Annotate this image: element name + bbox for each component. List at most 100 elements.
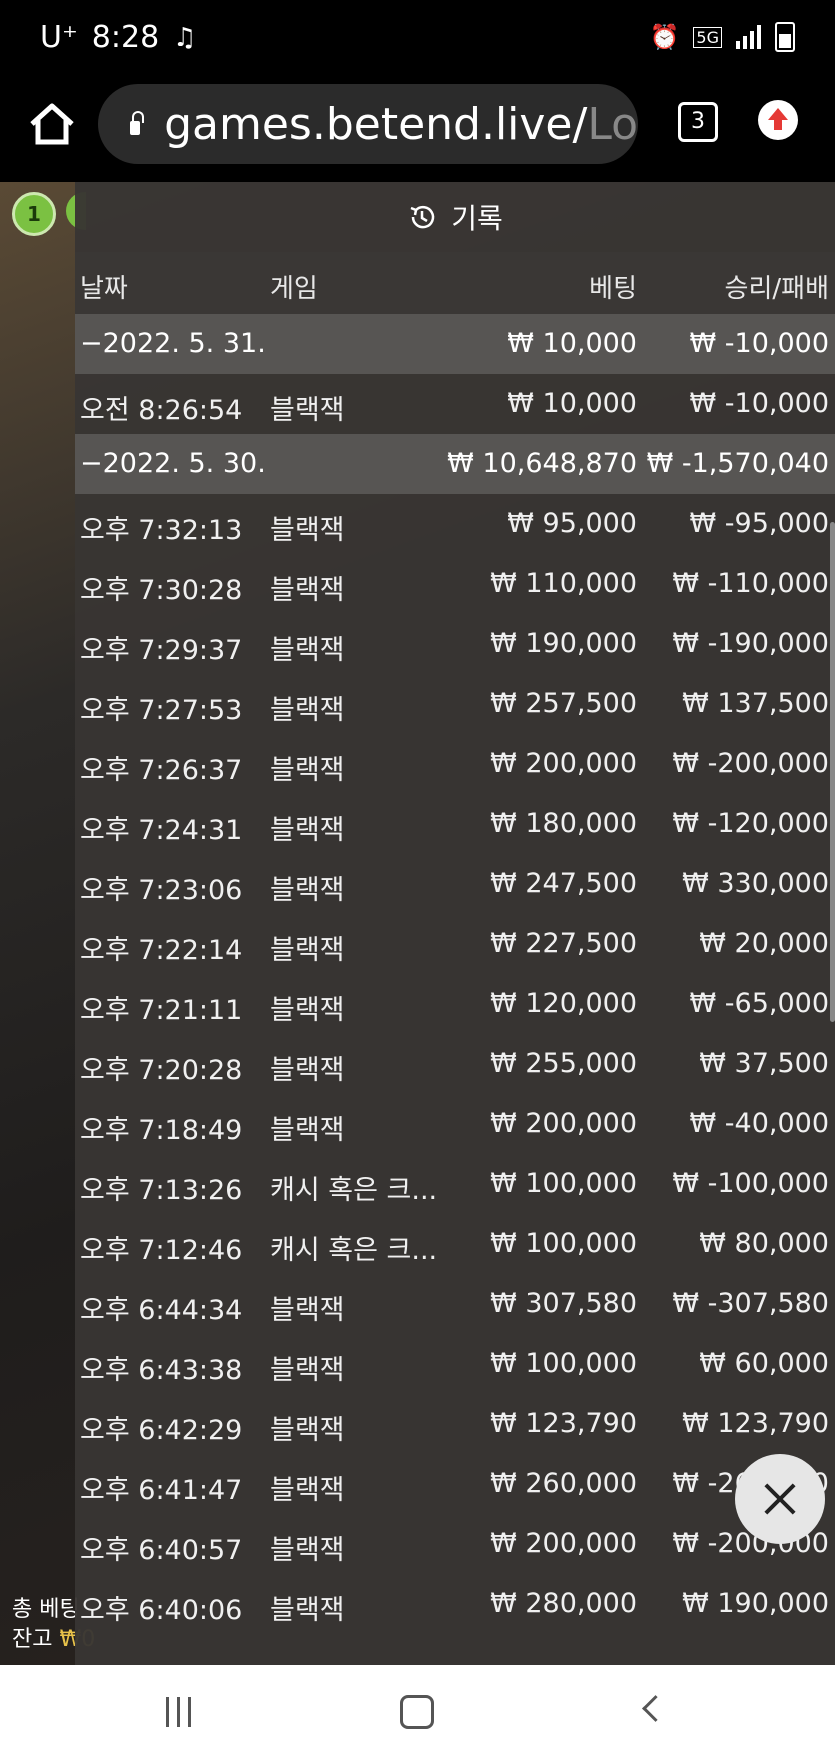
- panel-header: 기록: [75, 182, 835, 252]
- network-label: 5G: [693, 26, 722, 48]
- table-row: 오후 7:26:37 블랙잭 ₩ 200,000 ₩ -200,000: [75, 734, 835, 794]
- recent-apps-button[interactable]: [166, 1697, 198, 1727]
- back-button[interactable]: [642, 1695, 669, 1722]
- table-row: 오후 6:44:34 블랙잭 ₩ 307,580 ₩ -307,580: [75, 1274, 835, 1334]
- row-result: ₩ 20,000: [699, 928, 829, 959]
- tabs-button[interactable]: 3: [678, 102, 718, 142]
- column-headers: 날짜 게임 베팅 승리/패배: [75, 252, 835, 314]
- row-bet: ₩ 200,000: [490, 1528, 637, 1559]
- row-result: ₩ -200,000: [672, 748, 829, 779]
- status-left: U⁺ 8:28 ♫: [40, 20, 196, 55]
- table-row: 오후 7:13:26 캐시 혹은 크... ₩ 100,000 ₩ -100,000: [75, 1154, 835, 1214]
- group-date: −2022. 5. 31.: [80, 328, 266, 359]
- row-game: 블랙잭: [270, 875, 345, 906]
- col-game: 게임: [270, 274, 318, 304]
- table-row: 오후 7:30:28 블랙잭 ₩ 110,000 ₩ -110,000: [75, 554, 835, 614]
- col-bet: 베팅: [589, 274, 637, 304]
- lock-icon: [130, 111, 145, 135]
- date-group-header[interactable]: −2022. 5. 30. ₩ 10,648,870 ₩ -1,570,040: [75, 434, 835, 494]
- system-nav-bar: [0, 1665, 835, 1763]
- home-button[interactable]: [24, 96, 84, 156]
- row-result: ₩ 80,000: [699, 1228, 829, 1259]
- row-game: 블랙잭: [270, 995, 345, 1026]
- carrier-label: U⁺: [40, 20, 78, 55]
- url-dim: Lo: [587, 98, 638, 150]
- row-time: 오전 8:26:54: [80, 395, 243, 426]
- row-time: 오후 7:27:53: [80, 695, 243, 726]
- table-row: 오후 6:41:47블랙잭₩ 260,000₩ -260,000: [75, 1454, 835, 1514]
- table-row: 오후 7:18:49 블랙잭 ₩ 200,000 ₩ -40,000: [75, 1094, 835, 1154]
- panel-title: 기록: [451, 202, 503, 235]
- table-row: 오전 8:26:54 블랙잭 ₩ 10,000 ₩ -10,000: [75, 374, 835, 434]
- row-bet: ₩ 200,000: [490, 748, 637, 779]
- alarm-icon: ⏰: [649, 23, 680, 51]
- group-bet: ₩ 10,648,870: [447, 448, 637, 479]
- group-result: ₩ -10,000: [689, 328, 830, 359]
- url-main: games.betend.live/: [164, 98, 588, 150]
- upload-icon[interactable]: [758, 100, 798, 140]
- row-result: ₩ -100,000: [672, 1168, 829, 1199]
- row-time: 오후 7:32:13: [80, 515, 243, 546]
- row-result: ₩ -120,000: [672, 808, 829, 839]
- table-row: 오후 7:24:31 블랙잭 ₩ 180,000 ₩ -120,000: [75, 794, 835, 854]
- row-time: 오후 7:29:37: [80, 635, 243, 666]
- row-time: 오후 6:43:38: [80, 1355, 243, 1386]
- row-time: 오후 7:26:37: [80, 755, 243, 786]
- row-result: ₩ -307,580: [672, 1288, 829, 1319]
- row-game: 블랙잭: [270, 1115, 345, 1146]
- row-time: 오후 7:18:49: [80, 1115, 243, 1146]
- row-result: ₩ -110,000: [672, 568, 829, 599]
- table-row: 오후 6:43:38 블랙잭 ₩ 100,000 ₩ 60,000: [75, 1334, 835, 1394]
- row-result: ₩ 60,000: [699, 1348, 829, 1379]
- row-bet: ₩ 100,000: [490, 1348, 637, 1379]
- date-group-header[interactable]: −2022. 5. 31. ₩ 10,000 ₩ -10,000: [75, 314, 835, 374]
- row-game: 캐시 혹은 크...: [270, 1235, 438, 1266]
- table-row: 오후 6:40:06 블랙잭 ₩ 280,000 ₩ 190,000: [75, 1574, 835, 1634]
- row-bet: ₩ 180,000: [490, 808, 637, 839]
- row-bet: ₩ 227,500: [490, 928, 637, 959]
- scrollbar[interactable]: [830, 522, 835, 1022]
- url-text: games.betend.live/Lo: [164, 99, 638, 150]
- row-time: 오후 6:44:34: [80, 1295, 243, 1326]
- row-game: 블랙잭: [270, 695, 345, 726]
- group-rows: 오후 7:32:13 블랙잭 ₩ 95,000 ₩ -95,000 오후 7:30:28…: [75, 494, 835, 1634]
- home-icon: [30, 103, 74, 145]
- row-game: 블랙잭: [270, 1355, 345, 1386]
- row-game: 블랙잭: [270, 1415, 345, 1446]
- home-nav-button[interactable]: [400, 1695, 434, 1729]
- balance-label: 잔고: [12, 1627, 53, 1652]
- row-bet: ₩ 190,000: [490, 628, 637, 659]
- row-bet: ₩ 123,790: [490, 1408, 637, 1439]
- row-game: 블랙잭: [270, 1535, 345, 1566]
- history-icon: [410, 205, 435, 229]
- row-bet: ₩ 200,000: [490, 1108, 637, 1139]
- close-button[interactable]: [735, 1454, 825, 1544]
- col-result: 승리/패배: [724, 274, 829, 304]
- signal-icon: [736, 25, 761, 49]
- row-game: 블랙잭: [270, 635, 345, 666]
- notification-icon: ♫: [173, 22, 197, 53]
- address-bar[interactable]: games.betend.live/Lo: [98, 84, 638, 164]
- row-time: 오후 6:42:29: [80, 1415, 243, 1446]
- row-bet: ₩ 307,580: [490, 1288, 637, 1319]
- row-result: ₩ -10,000: [689, 388, 830, 419]
- chip-button[interactable]: 1: [12, 192, 56, 236]
- row-game: 블랙잭: [270, 515, 345, 546]
- table-row: 오후 6:40:57 블랙잭 ₩ 200,000 ₩ -200,000: [75, 1514, 835, 1574]
- status-bar: U⁺ 8:28 ♫ ⏰ 5G: [0, 0, 835, 78]
- row-time: 오후 7:21:11: [80, 995, 243, 1026]
- row-game: 블랙잭: [270, 815, 345, 846]
- row-result: ₩ 137,500: [682, 688, 829, 719]
- group-bet: ₩ 10,000: [507, 328, 637, 359]
- row-bet: ₩ 100,000: [490, 1168, 637, 1199]
- table-row: 오후 7:29:37 블랙잭 ₩ 190,000 ₩ -190,000: [75, 614, 835, 674]
- row-game: 블랙잭: [270, 575, 345, 606]
- row-time: 오후 7:13:26: [80, 1175, 243, 1206]
- row-time: 오후 6:40:57: [80, 1535, 243, 1566]
- status-right: ⏰ 5G: [650, 22, 795, 52]
- total-bet-label: 총 베팅: [12, 1597, 80, 1622]
- row-game: 캐시 혹은 크...: [270, 1175, 438, 1206]
- table-row: 오후 7:23:06 블랙잭 ₩ 247,500 ₩ 330,000: [75, 854, 835, 914]
- row-time: 오후 7:22:14: [80, 935, 243, 966]
- row-bet: ₩ 280,000: [490, 1588, 637, 1619]
